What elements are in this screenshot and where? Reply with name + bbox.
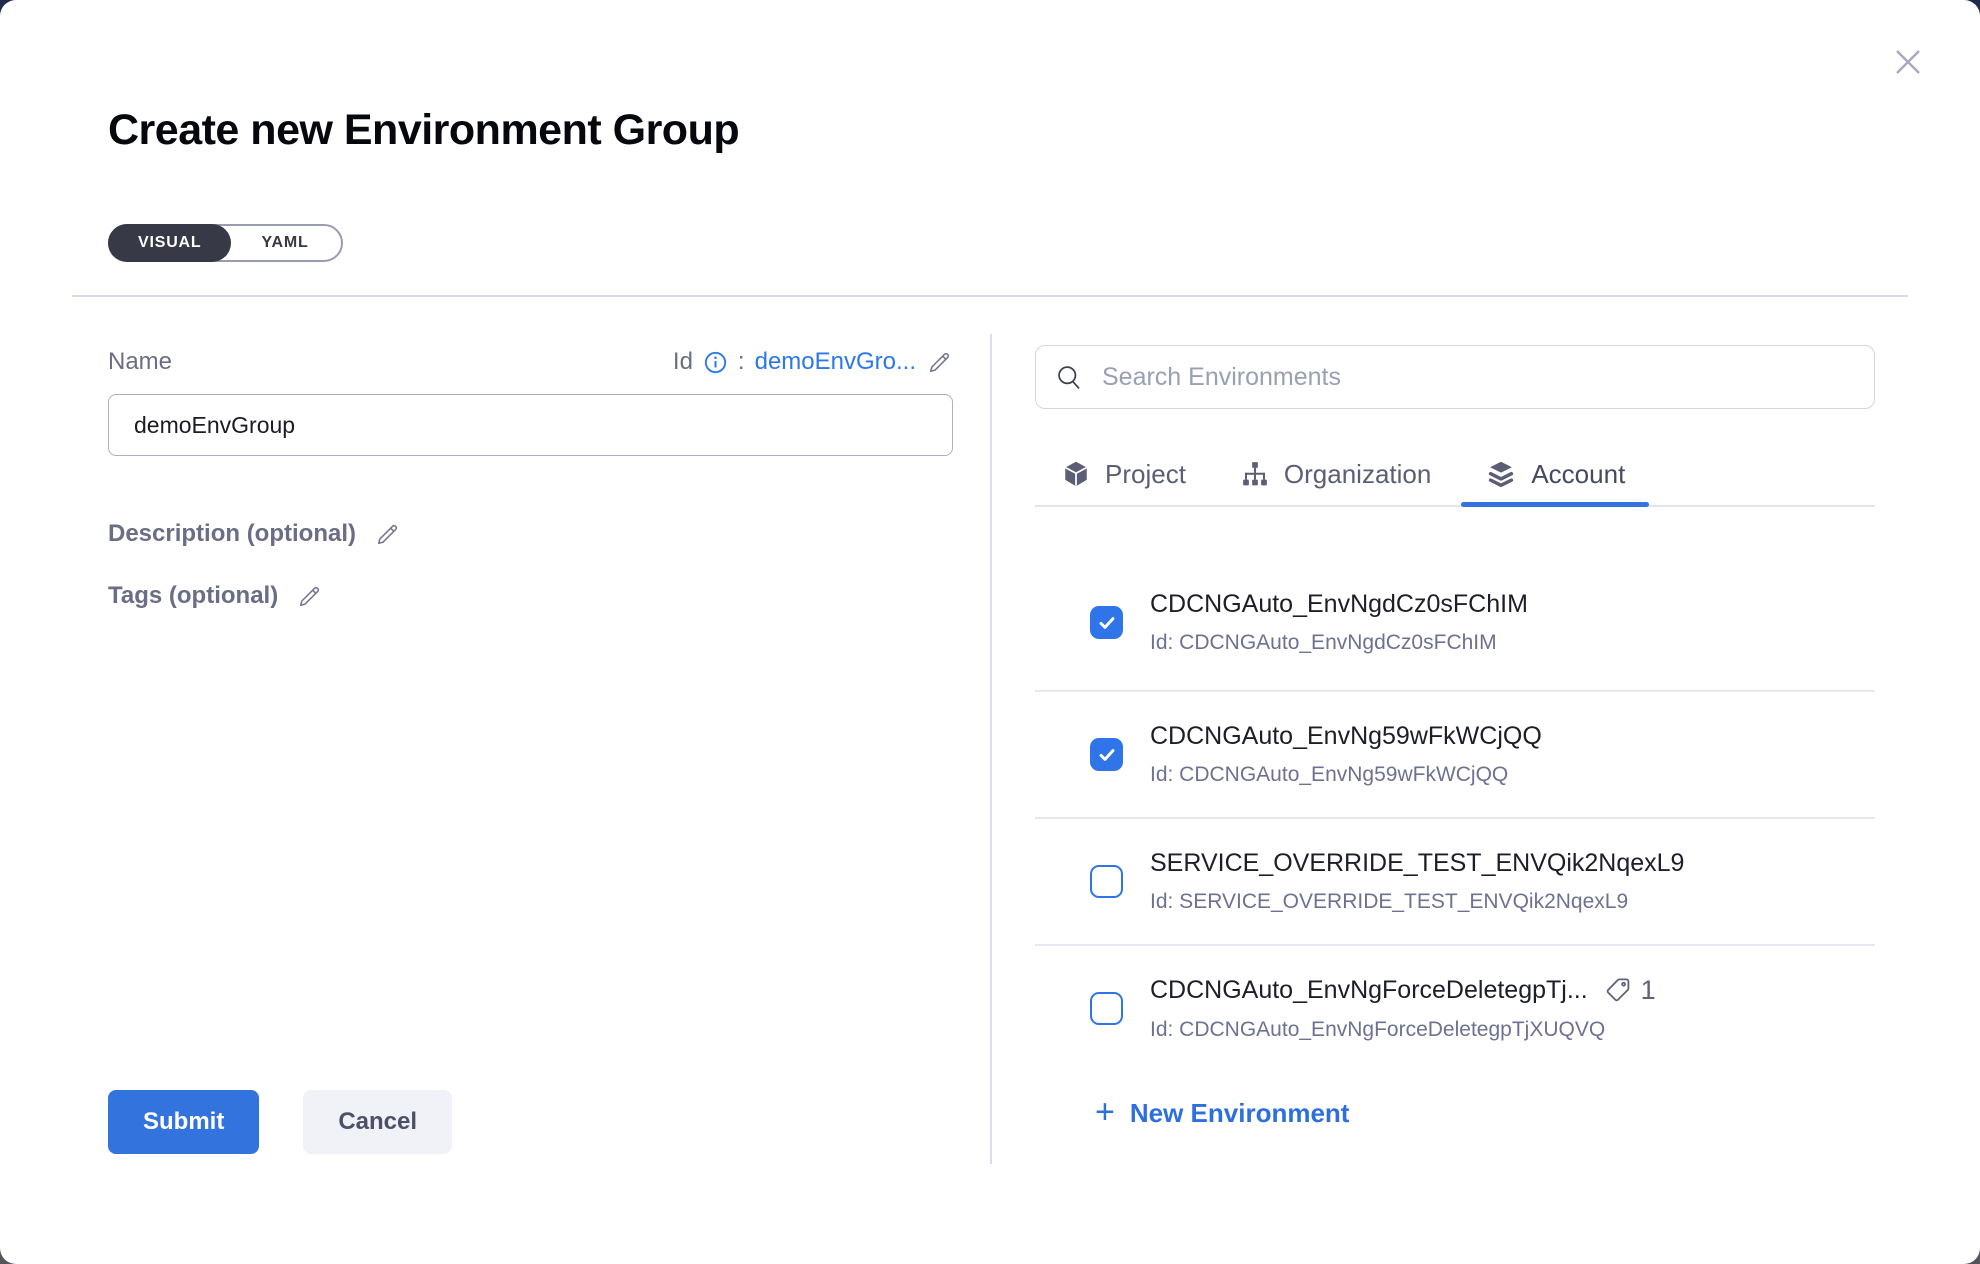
- environment-id: Id: CDCNGAuto_EnvNgdCz0sFChIM: [1150, 631, 1528, 655]
- tab-organization[interactable]: Organization: [1240, 443, 1431, 505]
- id-value-link[interactable]: demoEnvGro...: [755, 348, 916, 376]
- environment-id: Id: CDCNGAuto_EnvNg59wFkWCjQQ: [1150, 763, 1542, 787]
- environment-info: CDCNGAuto_EnvNgForceDeletegpTj... 1 I: [1150, 975, 1656, 1042]
- close-button[interactable]: [1886, 40, 1930, 84]
- environment-row[interactable]: CDCNGAuto_EnvNg59wFkWCjQQ Id: CDCNGAuto_…: [1035, 692, 1875, 819]
- action-buttons: Submit Cancel: [108, 1090, 452, 1154]
- toggle-yaml[interactable]: YAML: [229, 224, 340, 262]
- cancel-button[interactable]: Cancel: [303, 1090, 452, 1154]
- layers-icon: [1485, 458, 1517, 490]
- edit-id-icon[interactable]: [926, 349, 953, 376]
- environment-info: SERVICE_OVERRIDE_TEST_ENVQik2NqexL9 Id: …: [1150, 849, 1684, 914]
- environment-row[interactable]: SERVICE_OVERRIDE_TEST_ENVQik2NqexL9 Id: …: [1035, 819, 1875, 946]
- environment-row[interactable]: CDCNGAuto_EnvNgdCz0sFChIM Id: CDCNGAuto_…: [1035, 507, 1875, 692]
- tab-project-label: Project: [1105, 459, 1186, 490]
- tab-account[interactable]: Account: [1485, 443, 1625, 505]
- name-label: Name: [108, 348, 172, 376]
- environment-checkbox[interactable]: [1090, 992, 1123, 1025]
- submit-button[interactable]: Submit: [108, 1090, 259, 1154]
- environment-checkbox[interactable]: [1090, 865, 1123, 898]
- check-icon: [1092, 740, 1121, 769]
- tab-account-label: Account: [1531, 459, 1625, 490]
- description-label: Description (optional): [108, 520, 356, 548]
- environment-info: CDCNGAuto_EnvNg59wFkWCjQQ Id: CDCNGAuto_…: [1150, 722, 1542, 787]
- search-environments-input[interactable]: [1100, 362, 1855, 393]
- form-pane: Name Id : demoEnvGro...: [108, 348, 953, 610]
- name-id-row: Name Id : demoEnvGro...: [108, 348, 953, 376]
- environment-checkbox[interactable]: [1090, 606, 1123, 639]
- id-label: Id: [673, 348, 693, 376]
- pane-divider: [990, 334, 992, 1164]
- search-icon: [1055, 363, 1083, 391]
- edit-description-icon[interactable]: [374, 521, 401, 548]
- search-box: [1035, 345, 1875, 409]
- environment-title: SERVICE_OVERRIDE_TEST_ENVQik2NqexL9: [1150, 849, 1684, 878]
- environment-title: CDCNGAuto_EnvNg59wFkWCjQQ: [1150, 722, 1542, 751]
- info-icon[interactable]: [703, 350, 728, 375]
- page-title: Create new Environment Group: [108, 106, 739, 155]
- new-environment-label: New Environment: [1130, 1098, 1350, 1129]
- id-separator: :: [738, 348, 745, 376]
- environment-checkbox[interactable]: [1090, 738, 1123, 771]
- tag-badge: 1: [1604, 975, 1656, 1006]
- header-divider: [72, 295, 1908, 297]
- edit-tags-icon[interactable]: [296, 583, 323, 610]
- create-environment-group-modal: Create new Environment Group VISUAL YAML…: [0, 0, 1980, 1264]
- id-group: Id : demoEnvGro...: [673, 348, 953, 376]
- toggle-visual[interactable]: VISUAL: [108, 224, 231, 262]
- environment-list: CDCNGAuto_EnvNgdCz0sFChIM Id: CDCNGAuto_…: [1035, 507, 1875, 1047]
- environment-id: Id: SERVICE_OVERRIDE_TEST_ENVQik2NqexL9: [1150, 890, 1684, 914]
- tags-row: Tags (optional): [108, 582, 953, 610]
- environment-title: CDCNGAuto_EnvNgForceDeletegpTj...: [1150, 976, 1588, 1005]
- visual-yaml-toggle: VISUAL YAML: [108, 224, 343, 262]
- tab-organization-label: Organization: [1284, 459, 1431, 490]
- org-chart-icon: [1240, 459, 1270, 489]
- environments-pane: Project Organization: [1035, 345, 1875, 1047]
- plus-icon: +: [1095, 1095, 1115, 1129]
- tag-count: 1: [1641, 975, 1656, 1006]
- environment-id: Id: CDCNGAuto_EnvNgForceDeletegpTjXUQVQ: [1150, 1018, 1656, 1042]
- cube-icon: [1061, 459, 1091, 489]
- new-environment-button[interactable]: + New Environment: [1095, 1098, 1349, 1129]
- description-row: Description (optional): [108, 520, 953, 548]
- tab-project[interactable]: Project: [1061, 443, 1186, 505]
- tag-icon: [1604, 976, 1633, 1005]
- close-icon: [1890, 44, 1926, 80]
- environment-title: CDCNGAuto_EnvNgdCz0sFChIM: [1150, 590, 1528, 619]
- check-icon: [1092, 608, 1121, 637]
- environment-row[interactable]: CDCNGAuto_EnvNgForceDeletegpTj... 1 I: [1035, 946, 1875, 1047]
- environment-info: CDCNGAuto_EnvNgdCz0sFChIM Id: CDCNGAuto_…: [1150, 590, 1528, 655]
- tags-label: Tags (optional): [108, 582, 278, 610]
- scope-tabs: Project Organization: [1035, 443, 1875, 507]
- name-input[interactable]: [108, 394, 953, 456]
